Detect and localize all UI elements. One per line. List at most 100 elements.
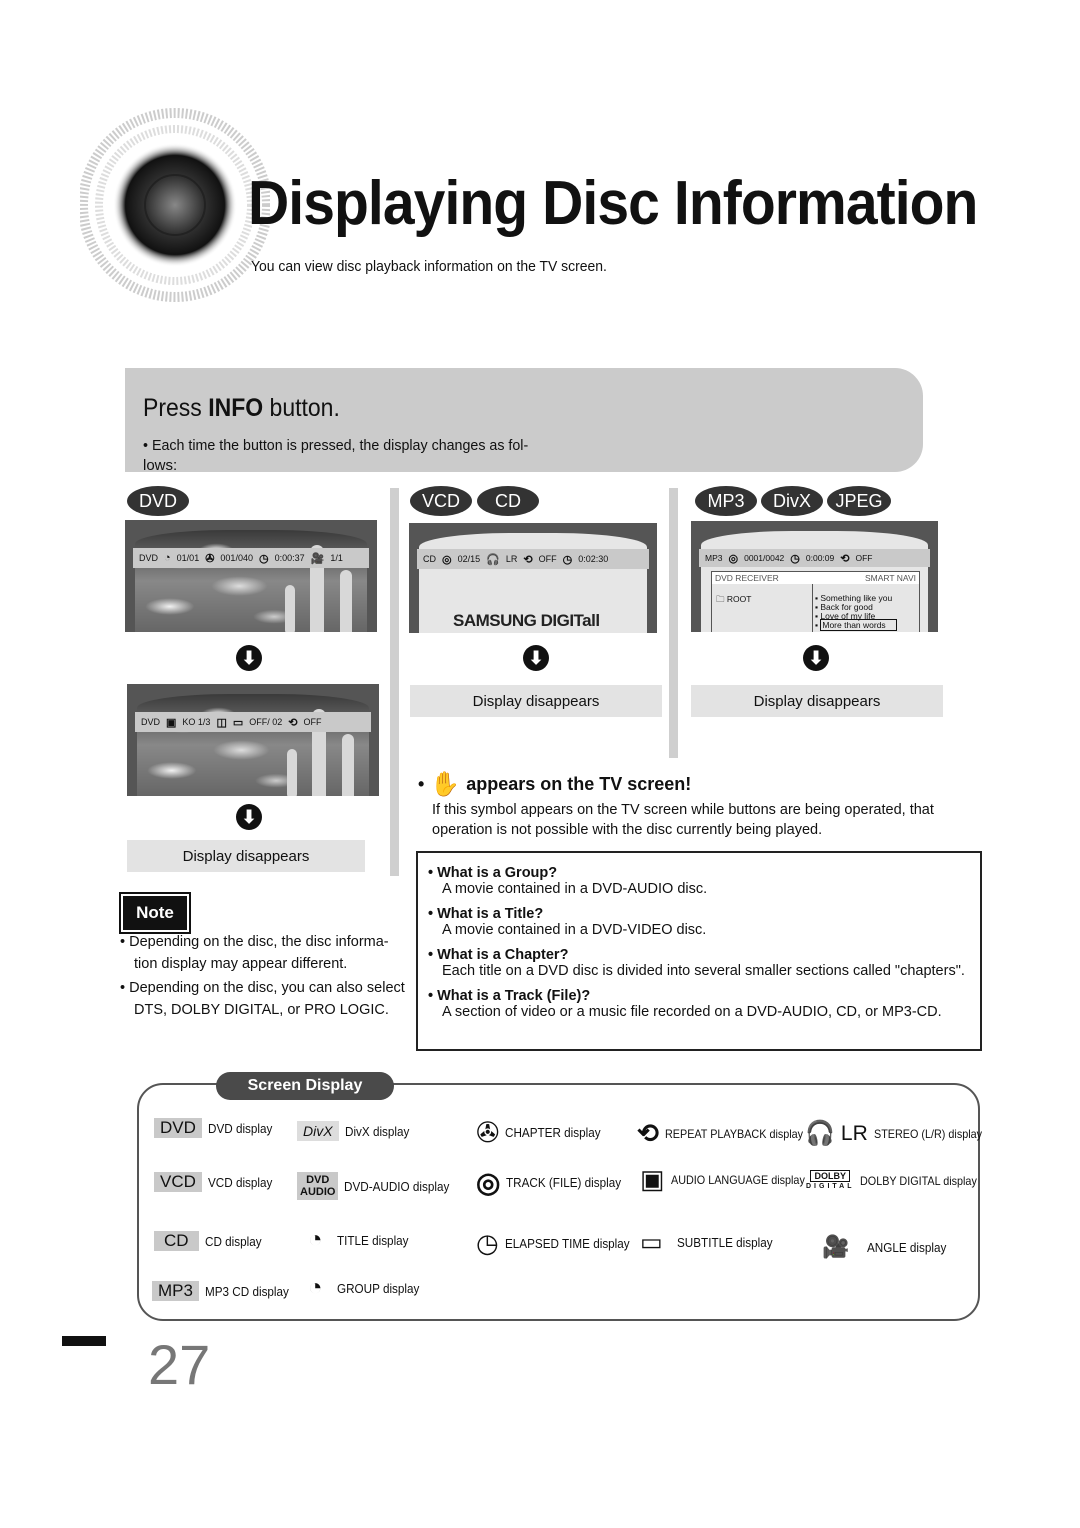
angle-camera-icon: 🎥 <box>822 1234 850 1259</box>
mp3-tag: MP3 <box>695 486 757 516</box>
navi-right-title: SMART NAVI <box>864 573 916 583</box>
press-info-bullet-cont: lows: <box>143 457 178 474</box>
elapsed-time-icon: ◷ <box>258 552 269 565</box>
note-item: • Depending on the disc, you can also se… <box>120 980 405 1018</box>
press-info-bullet: • Each time the button is pressed, the d… <box>143 437 529 454</box>
cd-info-screen: CD ◎ 02/15 🎧 LR ⟲ OFF ◷ 0:02:30 SAMSUNG DIGI… <box>409 523 657 633</box>
legend-label: GROUP display <box>336 1280 419 1296</box>
angle-icon: 🎥 <box>310 552 325 565</box>
stereo-lr-tag: LR <box>840 1121 868 1145</box>
note-list: • Depending on the disc, the disc inform… <box>120 931 405 1023</box>
dolby-tag: DOLBY <box>810 1170 850 1182</box>
headphones-icon: 🎧 <box>805 1120 835 1147</box>
legend-label: ELAPSED TIME display <box>504 1236 630 1251</box>
faq-answer: A section of video or a music file recor… <box>442 1004 942 1020</box>
osd-bar: MP3 ◎ 0001/0042 ◷ 0:00:09 ⟲ OFF <box>699 549 930 567</box>
samsung-logo: SAMSUNG DIGITall <box>453 611 600 630</box>
legend-label: TRACK (FILE) display <box>506 1175 622 1190</box>
display-disappears-cd: Display disappears <box>410 685 662 717</box>
repeat-icon: ⟲ <box>840 552 850 565</box>
cactus-image <box>287 749 297 796</box>
title-icon: ◔ <box>308 1226 323 1253</box>
legend-label: REPEAT PLAYBACK display <box>664 1126 803 1141</box>
screen-display-heading: Screen Display <box>216 1072 394 1100</box>
bullet: • <box>418 774 425 794</box>
legend-item-dvd: DVD DVD display <box>154 1118 279 1138</box>
cd-tag: CD <box>477 486 539 516</box>
chapter-icon: ✇ <box>205 552 215 565</box>
legend-item-cd: CD CD display <box>154 1231 267 1251</box>
folder-item[interactable]: 🗀 ROOT <box>716 594 751 608</box>
osd-track: 02/15 <box>457 554 481 564</box>
track-icon: ◎ <box>476 1167 501 1198</box>
navi-left-title: DVD RECEIVER <box>715 573 779 583</box>
group-icon: ◔ <box>308 1274 323 1301</box>
legend-label: STEREO (L/R) display <box>873 1126 982 1141</box>
title-icon: ◔ <box>164 552 171 564</box>
dolby-sub-tag: DIGITAL <box>806 1183 855 1190</box>
note-badge: Note <box>119 892 191 934</box>
page-marker-bar <box>62 1336 106 1346</box>
osd-repeat: OFF <box>855 553 873 563</box>
mp3-info-screen: MP3 ◎ 0001/0042 ◷ 0:00:09 ⟲ OFF DVD RECEIVE… <box>691 521 938 632</box>
down-arrow-icon: ⬇ <box>523 645 549 671</box>
column-divider <box>390 488 399 876</box>
legend-label: AUDIO LANGUAGE display <box>670 1172 805 1187</box>
legend-item-title: ◔ TITLE display <box>308 1226 416 1254</box>
down-arrow-icon: ⬇ <box>236 645 262 671</box>
column-divider <box>669 488 678 758</box>
display-disappears-dvd: Display disappears <box>127 840 365 872</box>
legend-label: DOLBY DIGITAL display <box>860 1174 978 1188</box>
faq-question: • What is a Title? <box>428 906 544 922</box>
sky-background <box>137 694 369 796</box>
osd-time: 0:00:09 <box>805 553 835 563</box>
track-icon: ◎ <box>728 552 739 565</box>
info-button-name: INFO <box>208 394 264 422</box>
navi-divider <box>812 584 813 632</box>
elapsed-time-icon: ◷ <box>790 552 800 565</box>
legend-item-vcd: VCD VCD display <box>154 1172 279 1192</box>
legend-label: DivX display <box>344 1123 409 1139</box>
note-item: • Depending on the disc, the disc inform… <box>120 934 389 972</box>
press-info-heading: Press INFO button. <box>143 394 340 423</box>
dvd-audio-tag-bottom: AUDIO <box>300 1186 336 1198</box>
file-item-selected[interactable]: ▪ More than words <box>815 619 897 631</box>
osd-subtitle: OFF/ 02 <box>249 717 283 727</box>
osd-bar: DVD ▣ KO 1/3 ◫ ▭ OFF/ 02 ⟲ OFF <box>135 712 371 732</box>
legend-item-stereo: 🎧 LR STEREO (L/R) display <box>805 1119 994 1148</box>
legend-item-group: ◔ GROUP display <box>308 1274 428 1302</box>
osd-disc: MP3 <box>705 553 723 563</box>
file-name: More than words <box>820 619 897 631</box>
osd-title: 01/01 <box>176 553 200 563</box>
legend-label: ANGLE display <box>867 1239 947 1255</box>
faq-answer: A movie contained in a DVD-VIDEO disc. <box>442 922 707 938</box>
osd-track: 0001/0042 <box>744 553 785 563</box>
smart-navi-panel: DVD RECEIVER SMART NAVI 🗀 ROOT ▪ Somethi… <box>711 571 920 632</box>
divx-logo-icon: DivX <box>297 1121 339 1141</box>
osd-repeat: OFF <box>538 554 557 564</box>
osd-bar: CD ◎ 02/15 🎧 LR ⟲ OFF ◷ 0:02:30 <box>417 549 649 569</box>
osd-chapter: 001/040 <box>220 553 253 563</box>
dvd-audio-tag-top: DVD <box>306 1174 330 1186</box>
jpeg-tag: JPEG <box>827 486 891 516</box>
hand-icon: ✋ <box>430 771 461 798</box>
legend-label: TITLE display <box>336 1232 409 1248</box>
navi-header: DVD RECEIVER SMART NAVI <box>712 572 919 584</box>
faq-answer: A movie contained in a DVD-AUDIO disc. <box>442 881 708 897</box>
file-list: ▪ Something like you ▪ Back for good ▪ L… <box>815 594 897 631</box>
page-subtitle: You can view disc playback information o… <box>251 258 607 275</box>
speaker-graphic <box>78 100 272 310</box>
faq-question: • What is a Track (File)? <box>428 988 591 1004</box>
repeat-icon: ⟲ <box>523 553 533 566</box>
vcd-tag: VCD <box>410 486 472 516</box>
legend-label: DVD-AUDIO display <box>344 1178 450 1194</box>
stereo-headphones-icon: 🎧 <box>486 553 500 566</box>
down-arrow-icon: ⬇ <box>803 645 829 671</box>
osd-stereo: LR <box>505 554 518 564</box>
legend-item-mp3: MP3 MP3 CD display <box>152 1281 298 1301</box>
legend-item-chapter: ✇ CHAPTER display <box>476 1116 612 1149</box>
faq-box: • What is a Group? A movie contained in … <box>416 851 982 1051</box>
dolby-digital-logo-icon: DOLBY DIGITAL <box>806 1170 854 1192</box>
dvd-info-screen-1: DVD ◔ 01/01 ✇ 001/040 ◷ 0:00:37 🎥 1/1 <box>125 520 377 632</box>
legend-label: VCD display <box>207 1174 273 1190</box>
